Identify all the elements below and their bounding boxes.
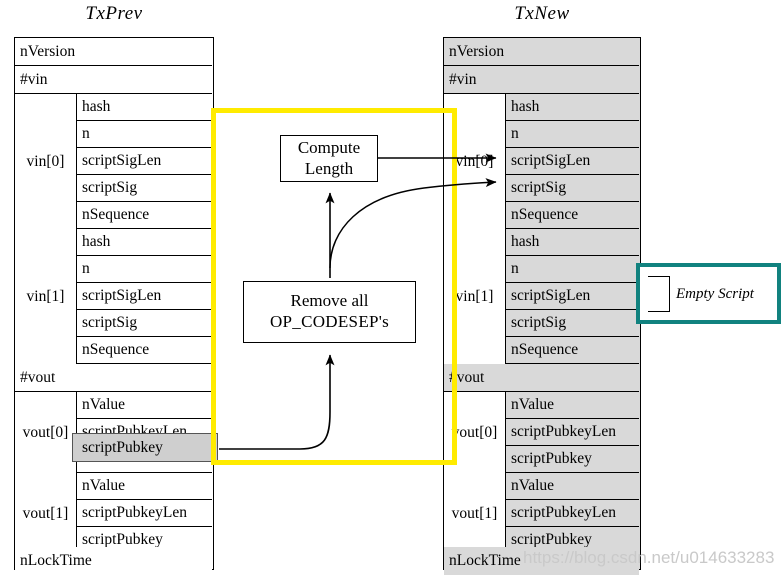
compute-length-line2: Length — [304, 158, 354, 178]
txprev-row-nversion[interactable]: nVersion — [15, 38, 213, 66]
txprev-table: nVersion #vin vin[0] hash n scriptSigLen… — [14, 37, 214, 575]
diagram-canvas: TxPrev TxNew nVersion #vin vin[0] hash n… — [0, 0, 781, 576]
txprev-cell-vin0-nsequence: nSequence — [77, 202, 213, 228]
txprev-cell-nlocktime: nLockTime — [15, 547, 213, 575]
txprev-row-vin0-scriptsiglen[interactable]: scriptSigLen — [77, 148, 213, 175]
txnew-cell-vout0-nvalue: nValue — [506, 392, 640, 418]
txprev-row-nvin[interactable]: #vin — [15, 66, 213, 94]
txnew-row-nvout[interactable]: #vout — [444, 364, 640, 392]
txnew-row-nvin[interactable]: #vin — [444, 66, 640, 94]
txnew-group-label-vout1: vout[1] — [444, 473, 506, 554]
txnew-cell-nvout: #vout — [444, 364, 640, 391]
txnew-row-vin1-nsequence[interactable]: nSequence — [506, 337, 640, 364]
txnew-row-vin1-n[interactable]: n — [506, 256, 640, 283]
txnew-cell-nvin: #vin — [444, 66, 640, 93]
txnew-cell-vout0-scriptpubkeylen: scriptPubkeyLen — [506, 419, 640, 445]
txnew-cell-vout1-nvalue: nValue — [506, 473, 640, 499]
txprev-group-label-vout0: vout[0] — [15, 392, 77, 473]
txnew-cell-vin0-hash: hash — [506, 94, 640, 120]
scriptpubkey-highlight-label: scriptPubkey — [82, 438, 163, 456]
txnew-row-vout0-nvalue[interactable]: nValue — [506, 392, 640, 419]
txprev-group-label-vin1: vin[1] — [15, 229, 77, 364]
txprev-cell-vin0-scriptsig: scriptSig — [77, 175, 213, 201]
txprev-group-label-vout1: vout[1] — [15, 473, 77, 554]
txnew-table: nVersion #vin vin[0] hash n scriptSigLen… — [443, 37, 641, 575]
txprev-row-vin1-nsequence[interactable]: nSequence — [77, 337, 213, 364]
compute-length-line1: Compute — [297, 137, 361, 157]
txprev-cell-vin0-scriptsiglen: scriptSigLen — [77, 148, 213, 174]
txprev-cell-vin1-hash: hash — [77, 229, 213, 255]
txprev-cell-vin0-n: n — [77, 121, 213, 147]
txprev-row-vin0-n[interactable]: n — [77, 121, 213, 148]
txprev-cell-vin1-scriptsiglen: scriptSigLen — [77, 283, 213, 309]
empty-script-label: Empty Script — [676, 285, 754, 302]
txprev-row-nvout[interactable]: #vout — [15, 364, 213, 392]
txnew-row-vout0-scriptpubkey[interactable]: scriptPubkey — [506, 446, 640, 473]
remove-codesep-line2: OP_CODESEP's — [269, 312, 390, 331]
txnew-row-vout1-scriptpubkeylen[interactable]: scriptPubkeyLen — [506, 500, 640, 527]
txnew-row-vin0-n[interactable]: n — [506, 121, 640, 148]
txnew-row-vin0-scriptsiglen[interactable]: scriptSigLen — [506, 148, 640, 175]
txprev-cell-nvout: #vout — [15, 364, 213, 391]
txprev-row-nlocktime[interactable]: nLockTime — [15, 547, 213, 575]
txprev-row-vin1-hash[interactable]: hash — [77, 229, 213, 256]
txprev-row-vin1-scriptsig[interactable]: scriptSig — [77, 310, 213, 337]
txprev-row-vin1-n[interactable]: n — [77, 256, 213, 283]
txnew-cell-vin1-scriptsiglen: scriptSigLen — [506, 283, 640, 309]
txprev-row-vout1-scriptpubkeylen[interactable]: scriptPubkeyLen — [77, 500, 213, 527]
compute-length-box[interactable]: Compute Length — [280, 135, 378, 182]
empty-script-bracket-icon — [648, 276, 670, 312]
txnew-row-nversion[interactable]: nVersion — [444, 38, 640, 66]
txnew-cell-vin1-hash: hash — [506, 229, 640, 255]
txnew-cell-nversion: nVersion — [444, 38, 640, 65]
txnew-row-vin0-hash[interactable]: hash — [506, 94, 640, 121]
txnew-row-vin1-hash[interactable]: hash — [506, 229, 640, 256]
txprev-cell-nversion: nVersion — [15, 38, 213, 65]
txnew-row-vin1-scriptsig[interactable]: scriptSig — [506, 310, 640, 337]
txnew-cell-vout1-scriptpubkeylen: scriptPubkeyLen — [506, 500, 640, 526]
txnew-cell-vin0-n: n — [506, 121, 640, 147]
txnew-cell-vin1-scriptsig: scriptSig — [506, 310, 640, 336]
txnew-row-vin0-nsequence[interactable]: nSequence — [506, 202, 640, 229]
txprev-cell-vout1-scriptpubkeylen: scriptPubkeyLen — [77, 500, 213, 526]
txprev-title: TxPrev — [85, 3, 143, 24]
remove-codesep-line1: Remove all — [290, 291, 369, 311]
txprev-group-label-vin0: vin[0] — [15, 94, 77, 229]
txnew-row-vout0-scriptpubkeylen[interactable]: scriptPubkeyLen — [506, 419, 640, 446]
txprev-cell-nvin: #vin — [15, 66, 213, 93]
txprev-cell-vout1-nvalue: nValue — [77, 473, 213, 499]
txprev-cell-vout0-nvalue: nValue — [77, 392, 213, 418]
txprev-cell-vin1-scriptsig: scriptSig — [77, 310, 213, 336]
txnew-cell-vin0-scriptsiglen: scriptSigLen — [506, 148, 640, 174]
txnew-cell-vin0-nsequence: nSequence — [506, 202, 640, 228]
watermark-text: https://blog.csdn.net/u014633283 — [523, 548, 775, 567]
txprev-cell-vin1-nsequence: nSequence — [77, 337, 213, 363]
txnew-cell-vin0-scriptsig: scriptSig — [506, 175, 640, 201]
txnew-title: TxNew — [514, 3, 570, 24]
txprev-row-vout0-nvalue[interactable]: nValue — [77, 392, 213, 419]
txnew-row-vin1-scriptsiglen[interactable]: scriptSigLen — [506, 283, 640, 310]
txprev-cell-vin0-hash: hash — [77, 94, 213, 120]
txprev-row-vin1-scriptsiglen[interactable]: scriptSigLen — [77, 283, 213, 310]
txprev-row-vin0-scriptsig[interactable]: scriptSig — [77, 175, 213, 202]
txprev-cell-vin1-n: n — [77, 256, 213, 282]
txnew-row-vout1-nvalue[interactable]: nValue — [506, 473, 640, 500]
txprev-row-vin0-nsequence[interactable]: nSequence — [77, 202, 213, 229]
remove-codesep-box[interactable]: Remove all OP_CODESEP's — [243, 281, 416, 343]
txnew-cell-vin1-nsequence: nSequence — [506, 337, 640, 363]
txprev-row-vout1-nvalue[interactable]: nValue — [77, 473, 213, 500]
txnew-cell-vin1-n: n — [506, 256, 640, 282]
txprev-row-vin0-hash[interactable]: hash — [77, 94, 213, 121]
txnew-cell-vout0-scriptpubkey: scriptPubkey — [506, 446, 640, 472]
txnew-row-vin0-scriptsig[interactable]: scriptSig — [506, 175, 640, 202]
